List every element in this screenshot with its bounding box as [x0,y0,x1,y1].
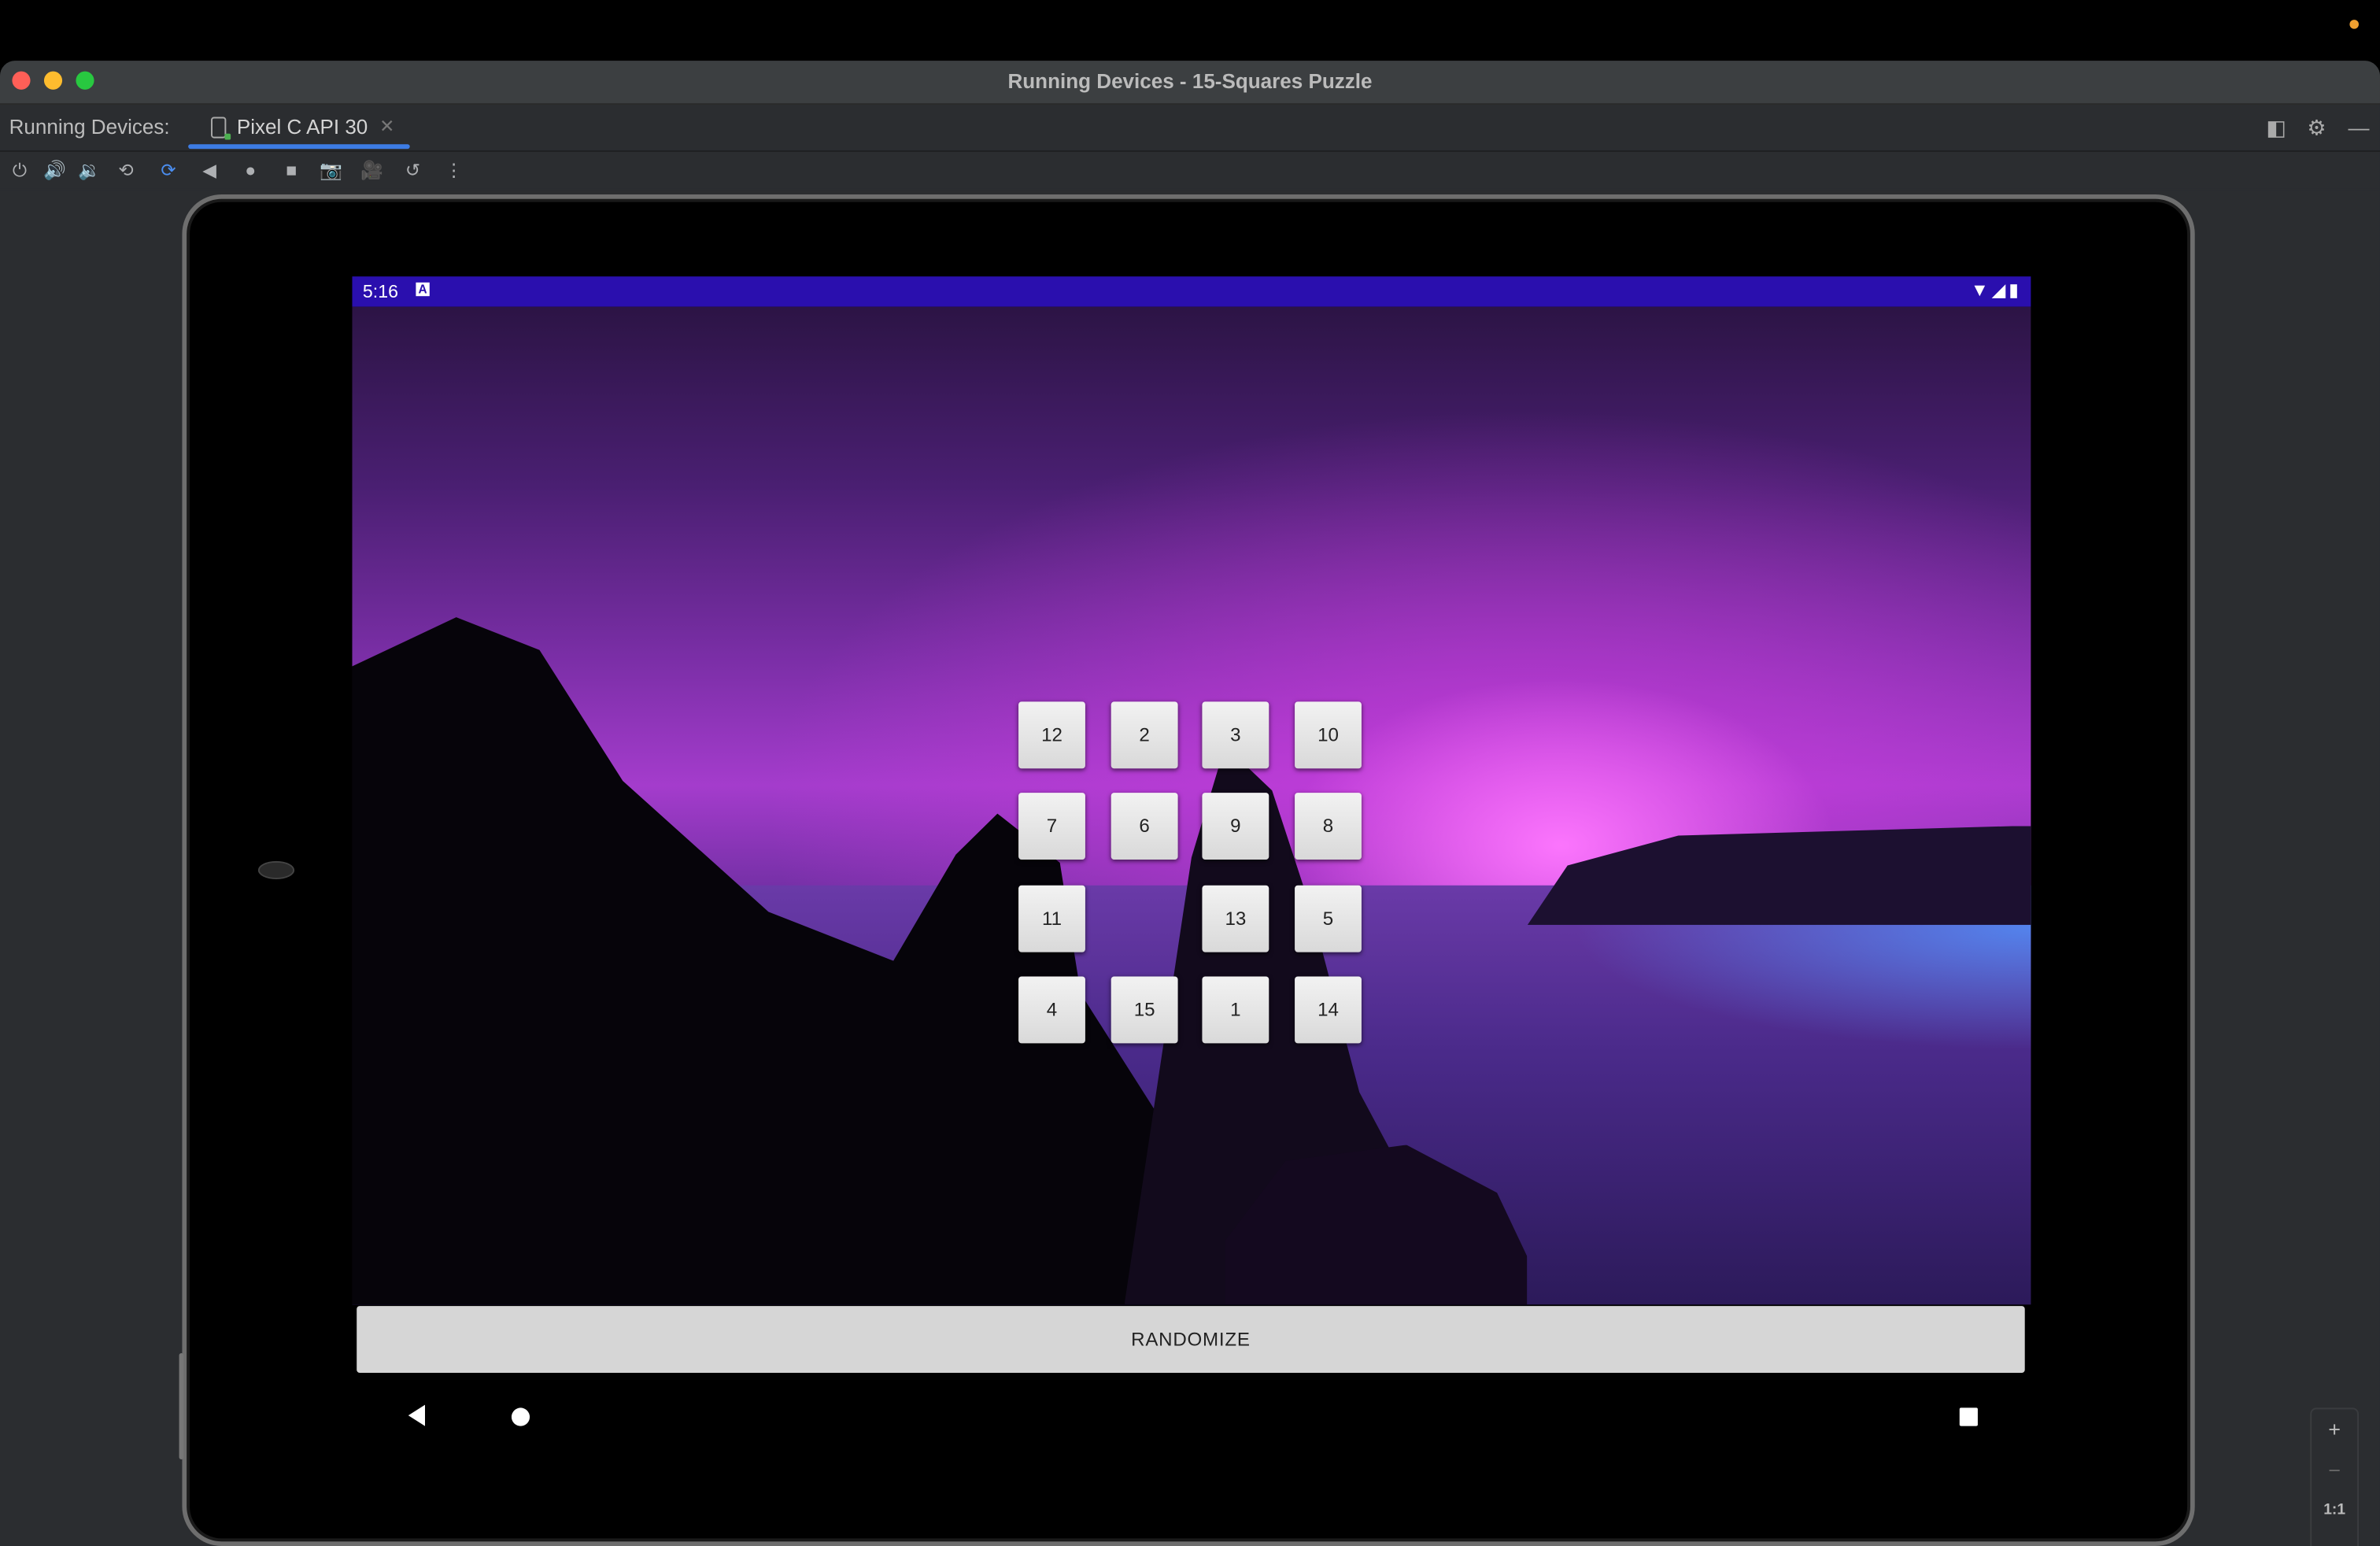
notification-dot [2349,20,2359,29]
device-view: 5:16 A ▼◢▮ 12 2 3 10 7 6 9 8 11 13 5 4 1… [0,190,2380,1546]
front-camera [257,860,295,880]
puzzle-tile[interactable]: 12 [1018,701,1085,769]
puzzle-tile[interactable]: 9 [1202,793,1269,860]
hide-icon[interactable]: — [2348,116,2369,140]
puzzle-tile[interactable]: 8 [1295,793,1362,860]
tool-window-header: Running Devices: Pixel C API 30 ✕ ◧ ⚙ — [0,105,2380,152]
puzzle-tile[interactable]: 14 [1295,976,1362,1044]
puzzle-tile[interactable]: 10 [1295,701,1362,769]
zoom-out-button[interactable]: − [2312,1450,2357,1489]
rotate-right-icon[interactable]: ⟳ [157,158,181,183]
zoom-in-button[interactable]: + [2312,1409,2357,1448]
puzzle-tile[interactable]: 4 [1018,976,1085,1044]
title-bar: Running Devices - 15-Squares Puzzle [0,61,2380,105]
puzzle-tile[interactable]: 11 [1018,885,1085,952]
window-title: Running Devices - 15-Squares Puzzle [1007,69,1373,93]
camera-icon[interactable]: 📷 [319,158,343,183]
record-video-icon[interactable]: 🎥 [360,158,384,183]
puzzle-tile[interactable]: 6 [1111,793,1178,860]
volume-up-icon[interactable]: 🔊 [42,158,67,183]
puzzle-tile[interactable]: 3 [1202,701,1269,769]
puzzle-tile[interactable]: 13 [1202,885,1269,952]
puzzle-tile[interactable]: 7 [1018,793,1085,860]
device-tab-label: Pixel C API 30 [236,115,368,139]
tool-window-label: Running Devices: [9,115,170,139]
gear-icon[interactable]: ⚙ [2307,116,2326,142]
puzzle-tile[interactable]: 1 [1202,976,1269,1044]
puzzle-grid: 12 2 3 10 7 6 9 8 11 13 5 4 15 1 14 [1018,701,1363,1046]
tablet-frame: 5:16 A ▼◢▮ 12 2 3 10 7 6 9 8 11 13 5 4 1… [179,194,2195,1546]
tab-underline [188,144,410,150]
android-nav-bar [187,1384,2190,1475]
more-icon[interactable]: ⋮ [442,158,466,183]
actual-size-button[interactable]: 1:1 [2312,1492,2357,1531]
puzzle-tile[interactable]: 15 [1111,976,1178,1044]
close-tab-icon[interactable]: ✕ [379,116,394,137]
nav-back-icon[interactable] [408,1404,425,1426]
sunset-wallpaper: 12 2 3 10 7 6 9 8 11 13 5 4 15 1 14 [352,306,2031,1305]
volume-down-icon[interactable]: 🔉 [77,158,102,183]
nav-recents-icon[interactable] [1959,1407,1978,1426]
rock-right [1527,825,2031,926]
home-icon[interactable]: ● [238,158,263,183]
a-notification-icon: A [416,282,430,297]
nav-home-icon[interactable] [511,1407,530,1426]
ide-window: Running Devices - 15-Squares Puzzle Runn… [0,61,2380,1546]
back-icon[interactable]: ◀ [198,158,222,183]
device-toolbar: ⏻ 🔊 🔉 ⟲ ⟳ ◀ ● ■ 📷 🎥 ↺ ⋮ [0,151,2380,189]
android-status-bar: 5:16 A ▼◢▮ [352,276,2031,307]
puzzle-tile[interactable]: 5 [1295,885,1362,952]
device-phone-icon [211,117,231,140]
fit-screen-icon[interactable]: ◻ [2312,1533,2357,1546]
device-tab[interactable]: Pixel C API 30 ✕ [188,105,410,150]
status-icons: ▼◢▮ [1970,279,2022,301]
layout-icon[interactable]: ◧ [2266,116,2286,142]
power-icon[interactable]: ⏻ [8,158,32,183]
randomize-button[interactable]: RANDOMIZE [357,1306,2025,1374]
reset-icon[interactable]: ↺ [401,158,425,183]
status-time: 5:16 [362,280,398,302]
zoom-controls: + − 1:1 ◻ [2310,1407,2359,1546]
rotate-left-icon[interactable]: ⟲ [114,158,139,183]
device-screen[interactable]: 5:16 A ▼◢▮ 12 2 3 10 7 6 9 8 11 13 5 4 1… [352,276,2031,1384]
side-button [179,1352,184,1460]
puzzle-tile[interactable]: 2 [1111,701,1178,769]
overview-icon[interactable]: ■ [279,158,304,183]
